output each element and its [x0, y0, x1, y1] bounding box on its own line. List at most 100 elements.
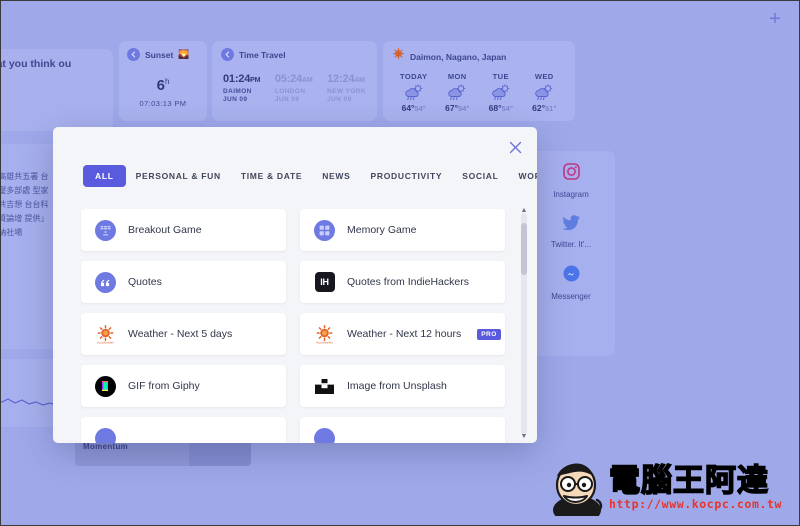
scrollbar-thumb[interactable]: [521, 223, 527, 275]
widget-card-label: Breakout Game: [128, 224, 202, 236]
sunset-time: 07:03:13 PM: [139, 99, 187, 108]
accuweather-icon: AccuWeather: [314, 324, 335, 345]
breakout-game-icon: [95, 219, 116, 241]
scrollbar-track[interactable]: ▲ ▼: [521, 207, 528, 440]
tab-productivity[interactable]: PRODUCTIVITY: [361, 165, 453, 187]
quote-text: erything. What you think ou become.: [1, 58, 72, 70]
chevron-left-icon[interactable]: [127, 48, 140, 61]
widget-card-quotes[interactable]: Quotes: [81, 261, 286, 303]
social-label: Instagram: [553, 190, 589, 199]
weather-day-item: TODAY 64°54°: [392, 72, 436, 113]
giphy-icon: [95, 375, 116, 397]
watermark-text: 電腦王阿達 http://www.kocpc.com.tw: [608, 462, 783, 511]
quote-author: BUDDHA: [1, 97, 103, 106]
news-lines: 北勢鏡清，中 高雄共五署 台國立台灣博 下壓多部處 型家安等了 電腦科共吉想 台…: [0, 172, 49, 237]
weather-temps: 62°51°: [532, 103, 557, 113]
widget-card-label: Image from Unsplash: [347, 380, 447, 392]
accuweather-icon: AccuWeather: [95, 324, 116, 345]
cloud-sun-rain-icon: [479, 84, 523, 101]
widget-card-breakout-game[interactable]: Breakout Game: [81, 209, 286, 251]
watermark-brand: 電腦王阿達: [608, 462, 769, 499]
weather-day-label: MON: [447, 72, 467, 81]
widget-list: Breakout Game Memory Game Quotes IH Quot…: [53, 209, 537, 443]
stock-sparkline: [1, 398, 59, 407]
time-zone-city: DAIMON: [223, 88, 252, 95]
weather-forecast-list: TODAY 64°54° MON 67°54° TUE 68°54° WED 6…: [392, 72, 566, 113]
close-icon[interactable]: [505, 137, 525, 157]
weather-day-label: TUE: [492, 72, 509, 81]
weather-day-item: MON 67°54°: [436, 72, 480, 113]
sunset-hours: 6h: [156, 77, 170, 94]
chevron-left-icon[interactable]: [221, 48, 234, 61]
widget-card-quotes-indiehackers[interactable]: IH Quotes from IndieHackers: [300, 261, 505, 303]
weather-day-item: TUE 68°54°: [479, 72, 523, 113]
social-item-messenger[interactable]: Messenger: [527, 265, 615, 301]
widget-card-label: Quotes: [128, 276, 162, 288]
social-item-instagram[interactable]: Instagram: [527, 163, 615, 199]
widget-weather[interactable]: Daimon, Nagano, Japan TODAY 64°54° MON 6…: [383, 41, 575, 121]
messenger-icon: [563, 265, 580, 287]
time-zone-date: JUN 09: [274, 96, 300, 103]
widget-card-weather-12-hours[interactable]: AccuWeather Weather - Next 12 hours PRO: [300, 313, 505, 355]
time-zone-item: 01:24PM DAIMON JUN 09: [223, 73, 260, 103]
weather-day-label: TODAY: [400, 72, 428, 81]
weather-temps: 64°54°: [401, 103, 426, 113]
tab-personal-fun[interactable]: PERSONAL & FUN: [126, 165, 231, 187]
svg-text:AccuWeather: AccuWeather: [316, 340, 333, 344]
social-label: Messenger: [551, 292, 591, 301]
social-label: Twitter. It'...: [550, 240, 592, 249]
widget-card-gif-giphy[interactable]: GIF from Giphy: [81, 365, 286, 407]
widget-sunset-header: Sunset 🌄: [127, 48, 199, 61]
time-zone-city: LONDON: [274, 88, 306, 95]
social-item-twitter[interactable]: Twitter. It'...: [527, 215, 615, 249]
widget-card-label: Quotes from IndieHackers: [347, 276, 469, 288]
instagram-icon: [562, 163, 580, 185]
tab-social[interactable]: SOCIAL: [452, 165, 508, 187]
tab-work[interactable]: WORK: [509, 165, 537, 187]
tab-all[interactable]: ALL: [83, 165, 126, 187]
widget-card-image-unsplash[interactable]: Image from Unsplash: [300, 365, 505, 407]
placeholder-icon: [95, 427, 116, 443]
widget-time-travel-header: Time Travel: [221, 48, 368, 61]
widget-card-partial[interactable]: [300, 417, 505, 443]
time-zone-list: 01:24PM DAIMON JUN 09 05:24AM LONDON JUN…: [221, 73, 368, 103]
widget-card-weather-5-days[interactable]: AccuWeather Weather - Next 5 days: [81, 313, 286, 355]
widget-sunset-title: Sunset: [145, 49, 174, 60]
scroll-up-arrow[interactable]: ▲: [520, 207, 528, 215]
widget-social[interactable]: Instagram Twitter. It'... Messenger: [527, 151, 615, 356]
widget-weather-header: Daimon, Nagano, Japan: [392, 48, 566, 66]
widget-card-label: Weather - Next 12 hours: [347, 328, 462, 340]
news-header: s - 台灣: [1, 152, 54, 163]
widget-sunset[interactable]: Sunset 🌄 6h 07:03:13 PM: [119, 41, 207, 121]
memory-game-icon: [314, 219, 335, 241]
unsplash-icon: [314, 376, 335, 397]
time-zone-item: 05:24AM LONDON JUN 09: [275, 73, 313, 103]
widget-quote[interactable]: erything. What you think ou become. BUDD…: [1, 49, 113, 131]
svg-text:AccuWeather: AccuWeather: [97, 340, 114, 344]
weather-day-label: WED: [534, 72, 554, 81]
weather-temps: 67°54°: [445, 103, 470, 113]
accuweather-icon: [392, 48, 405, 66]
widget-grid: Breakout Game Memory Game Quotes IH Quot…: [81, 209, 519, 443]
add-widget-icon[interactable]: +: [765, 9, 785, 29]
twitter-icon: [562, 215, 580, 235]
time-zone-date: JUN 09: [327, 96, 352, 103]
tab-news[interactable]: NEWS: [312, 165, 360, 187]
tab-time-date[interactable]: TIME & DATE: [231, 165, 312, 187]
weather-day-item: WED 62°51°: [523, 72, 567, 113]
widget-time-travel[interactable]: Time Travel 01:24PM DAIMON JUN 09 05:24A…: [212, 41, 377, 121]
quotes-icon: [95, 271, 116, 293]
scroll-down-arrow[interactable]: ▼: [520, 433, 528, 441]
sunset-emoji: 🌄: [178, 49, 190, 59]
time-zone-time: 01:24PM: [223, 73, 261, 85]
watermark: 電腦王阿達 http://www.kocpc.com.tw: [547, 457, 791, 519]
widget-card-partial[interactable]: [81, 417, 286, 443]
widget-card-label: Weather - Next 5 days: [128, 328, 233, 340]
stock-symbol: AAPL: [1, 365, 54, 375]
watermark-url: http://www.kocpc.com.tw: [609, 496, 783, 511]
time-zone-time: 05:24AM: [274, 73, 313, 85]
widget-card-memory-game[interactable]: Memory Game: [300, 209, 505, 251]
watermark-mascot-icon: [553, 463, 603, 516]
widget-card-label: Memory Game: [347, 224, 417, 236]
weather-location: Daimon, Nagano, Japan: [410, 52, 507, 62]
